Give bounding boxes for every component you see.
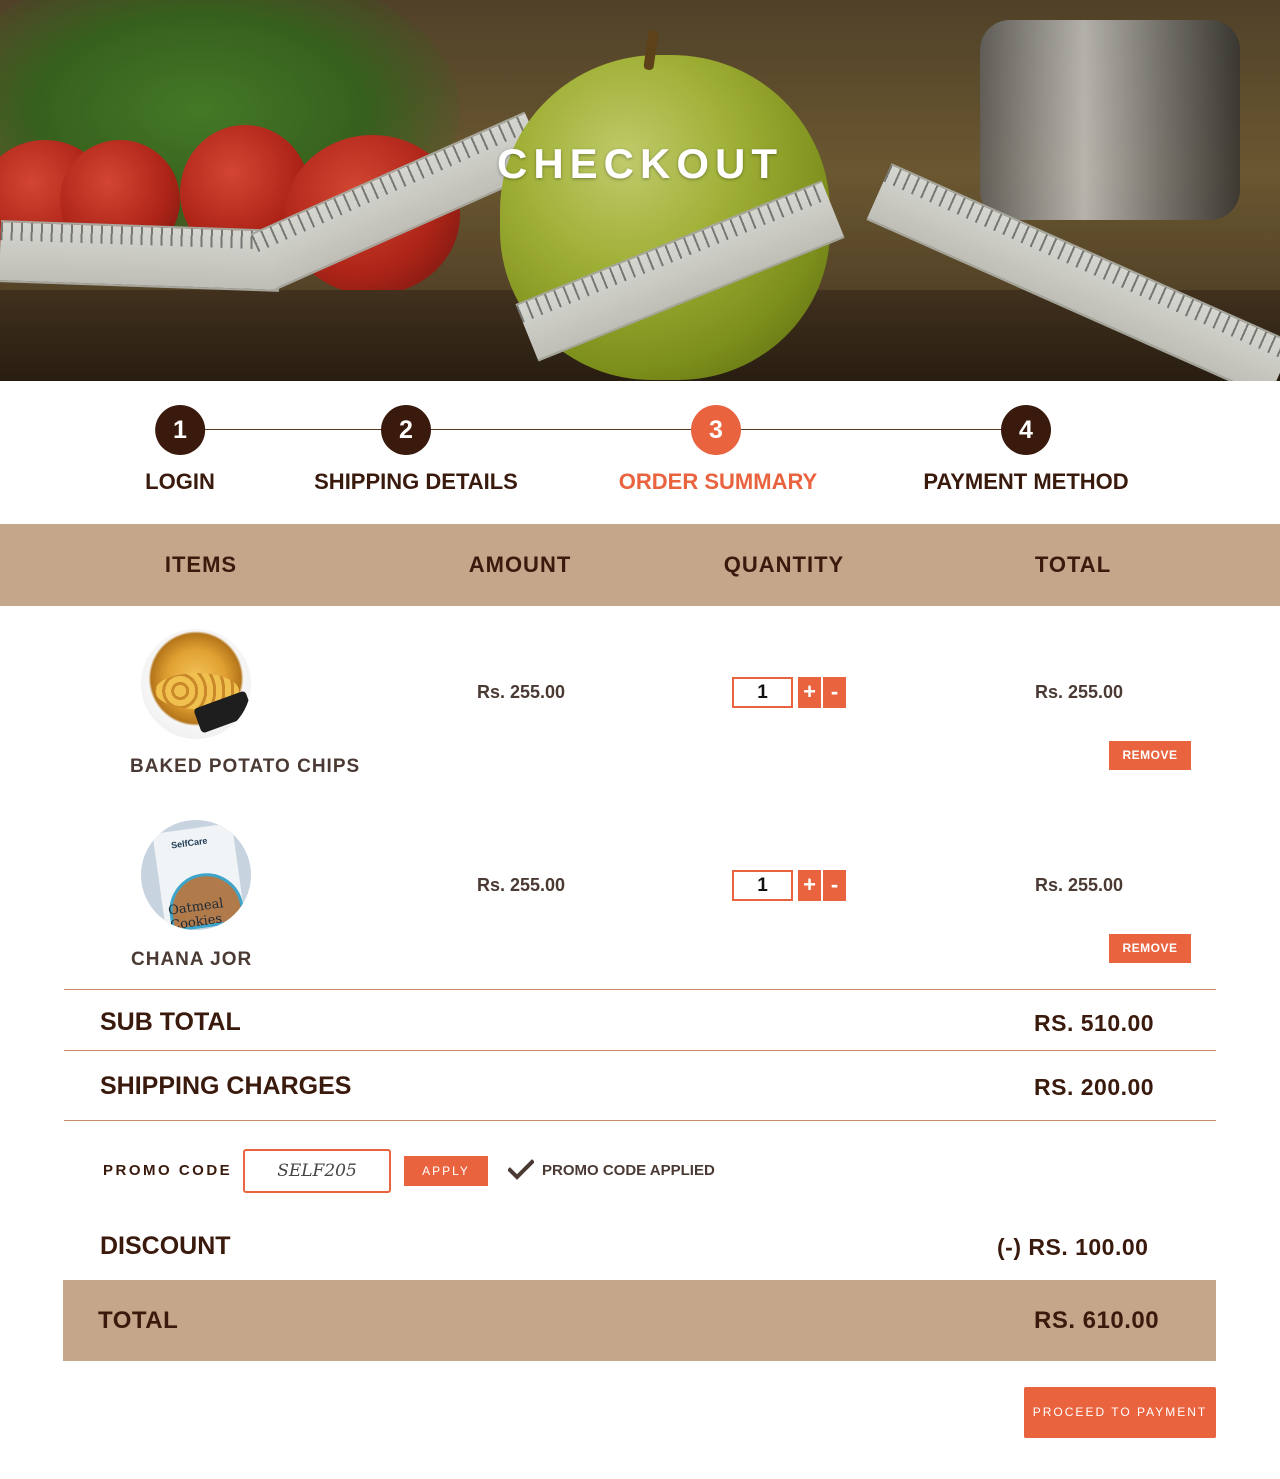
item-total: Rs. 255.00 — [1035, 875, 1124, 895]
column-header-total: TOTAL — [1034, 552, 1112, 577]
quantity-increment-button[interactable]: + — [798, 870, 821, 901]
total-bar: TOTAL RS. 610.00 — [63, 1280, 1216, 1361]
total-value: RS. 610.00 — [1034, 1307, 1160, 1334]
step-label: LOGIN — [145, 469, 215, 494]
product-name[interactable]: CHANA JOR — [131, 949, 252, 971]
divider — [64, 1120, 1216, 1121]
column-header-amount: AMOUNT — [468, 552, 572, 577]
step-label: PAYMENT METHOD — [923, 469, 1129, 494]
product-image-potato-chips[interactable] — [141, 629, 251, 739]
quantity-decrement-button[interactable]: - — [823, 870, 846, 901]
quantity-decrement-button[interactable]: - — [823, 677, 846, 708]
step-shipping-details[interactable]: 2 SHIPPING DETAILS — [314, 405, 620, 495]
remove-button[interactable]: REMOVE — [1109, 934, 1191, 963]
step-number: 3 — [691, 405, 741, 455]
total-label: TOTAL — [98, 1307, 179, 1334]
divider — [64, 1050, 1216, 1051]
checkout-stepper: 1 LOGIN 2 SHIPPING DETAILS 3 ORDER SUMMA… — [0, 381, 1280, 524]
step-login[interactable]: 1 LOGIN — [145, 405, 215, 495]
promo-code-input[interactable] — [243, 1149, 391, 1193]
table-header: ITEMS AMOUNT QUANTITY TOTAL — [0, 524, 1280, 606]
promo-status-text: PROMO CODE APPLIED — [542, 1162, 715, 1179]
shipping-charges-label: SHIPPING CHARGES — [100, 1072, 352, 1100]
hero-shade — [0, 0, 1280, 381]
discount-label: DISCOUNT — [100, 1232, 231, 1260]
step-label: ORDER SUMMARY — [618, 469, 818, 494]
step-number: 2 — [381, 405, 431, 455]
quantity-field[interactable]: 1 — [732, 870, 793, 901]
table-row: SelfCare Oatmeal Cookies CHANA JOR Rs. 2… — [0, 799, 1280, 989]
quantity-field[interactable]: 1 — [732, 677, 793, 708]
subtotal-value: RS. 510.00 — [1034, 1010, 1155, 1036]
subtotal-label: SUB TOTAL — [100, 1008, 241, 1036]
table-row: BAKED POTATO CHIPS Rs. 255.00 1 + - Rs. … — [0, 606, 1280, 796]
proceed-to-payment-button[interactable]: PROCEED TO PAYMENT — [1024, 1387, 1216, 1438]
item-amount: Rs. 255.00 — [477, 875, 566, 895]
discount-value: (-) RS. 100.00 — [997, 1234, 1149, 1260]
product-name[interactable]: BAKED POTATO CHIPS — [130, 756, 360, 778]
quantity-increment-button[interactable]: + — [798, 677, 821, 708]
column-header-quantity: QUANTITY — [723, 552, 845, 577]
item-total: Rs. 255.00 — [1035, 682, 1124, 702]
item-amount: Rs. 255.00 — [477, 682, 566, 702]
remove-button[interactable]: REMOVE — [1109, 741, 1191, 770]
step-payment-method[interactable]: 4 PAYMENT METHOD — [923, 405, 1231, 495]
apply-promo-button[interactable]: APPLY — [404, 1156, 488, 1186]
checkmark-icon — [508, 1159, 534, 1180]
step-label: SHIPPING DETAILS — [314, 469, 518, 494]
step-order-summary[interactable]: 3 ORDER SUMMARY — [619, 405, 916, 495]
product-image-oatmeal-cookies[interactable]: SelfCare Oatmeal Cookies — [141, 820, 251, 930]
column-header-items: ITEMS — [164, 552, 238, 577]
shipping-charges-value: RS. 200.00 — [1034, 1074, 1155, 1100]
divider — [64, 989, 1216, 990]
page-title: CHECKOUT — [497, 140, 783, 187]
hero-banner: CHECKOUT — [0, 0, 1280, 381]
step-number: 4 — [1001, 405, 1051, 455]
promo-code-label: PROMO CODE — [103, 1162, 233, 1179]
step-number: 1 — [154, 405, 205, 455]
